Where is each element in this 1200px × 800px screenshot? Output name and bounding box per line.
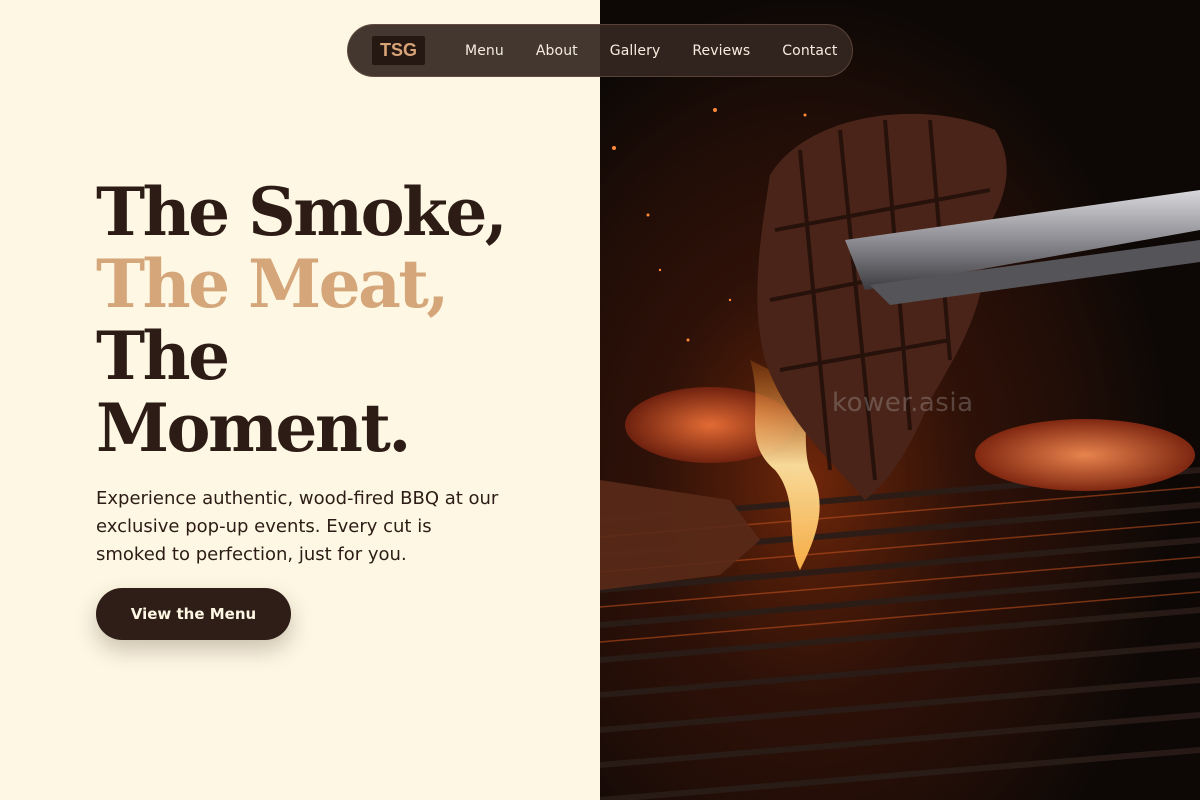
nav-link-about[interactable]: About xyxy=(536,43,578,59)
hero-headline: The Smoke, The Meat, The Moment. xyxy=(96,176,576,464)
nav-link-reviews[interactable]: Reviews xyxy=(692,43,750,59)
photo-watermark: kower.asia xyxy=(832,388,974,418)
landing-page: kower.asia TSG Menu About Gallery Review… xyxy=(0,0,1200,800)
hero-grill-photo: kower.asia xyxy=(600,0,1200,800)
headline-line-4: Moment. xyxy=(96,389,411,467)
hero-description: Experience authentic, wood-fired BBQ at … xyxy=(96,488,499,565)
top-navigation: TSG Menu About Gallery Reviews Contact xyxy=(347,24,853,77)
nav-link-contact[interactable]: Contact xyxy=(782,43,837,59)
nav-links: Menu About Gallery Reviews Contact xyxy=(465,43,837,59)
nav-link-gallery[interactable]: Gallery xyxy=(610,43,661,59)
headline-line-2-accent: The Meat, xyxy=(96,245,449,323)
nav-link-menu[interactable]: Menu xyxy=(465,43,504,59)
view-menu-button[interactable]: View the Menu xyxy=(96,588,291,640)
headline-line-1: The Smoke, xyxy=(96,173,508,251)
brand-logo[interactable]: TSG xyxy=(372,36,426,65)
headline-line-3: The xyxy=(96,317,230,395)
